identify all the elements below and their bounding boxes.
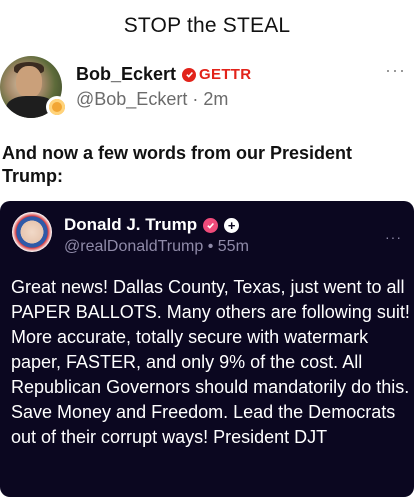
handle-separator: · — [192, 89, 199, 109]
author-row[interactable]: Bob_Eckert GETTR — [76, 64, 251, 85]
follow-plus-button[interactable]: + — [224, 217, 240, 233]
author-name[interactable]: Bob_Eckert — [76, 64, 176, 85]
page-title: STOP the STEAL — [123, 14, 291, 37]
avatar-face — [16, 66, 42, 98]
post-time: 2m — [203, 89, 229, 109]
verified-check-icon — [182, 67, 197, 82]
post-text: And now a few words from our President T… — [2, 143, 353, 186]
platform-label: GETTR — [199, 66, 252, 83]
embed-separator: • — [207, 238, 214, 255]
embed-author-row: Donald J. Trump + — [64, 215, 240, 235]
embed-verified-icon — [203, 217, 219, 233]
embed-avatar[interactable] — [12, 212, 52, 252]
more-options-icon[interactable]: ··· — [385, 60, 406, 81]
embed-handle-row: @realDonaldTrump • 55m — [64, 238, 249, 256]
embed-handle[interactable]: @realDonaldTrump — [64, 238, 203, 255]
embed-author-name[interactable]: Donald J. Trump — [64, 215, 197, 235]
embedded-post-card[interactable]: Donald J. Trump + @realDonaldTrump • 55m… — [0, 201, 414, 497]
author-handle-row: @Bob_Eckert · 2m — [76, 89, 228, 110]
embed-more-options-icon[interactable]: ··· — [385, 229, 402, 245]
screenshot: STOP the STEAL Bob_Eckert GETTR @Bob_Eck… — [0, 0, 414, 501]
embed-post-text: Great news! Dallas County, Texas, just w… — [11, 277, 410, 447]
avatar-badge-icon — [46, 96, 68, 118]
embed-time: 55m — [217, 238, 249, 255]
author-handle[interactable]: @Bob_Eckert — [76, 89, 187, 109]
